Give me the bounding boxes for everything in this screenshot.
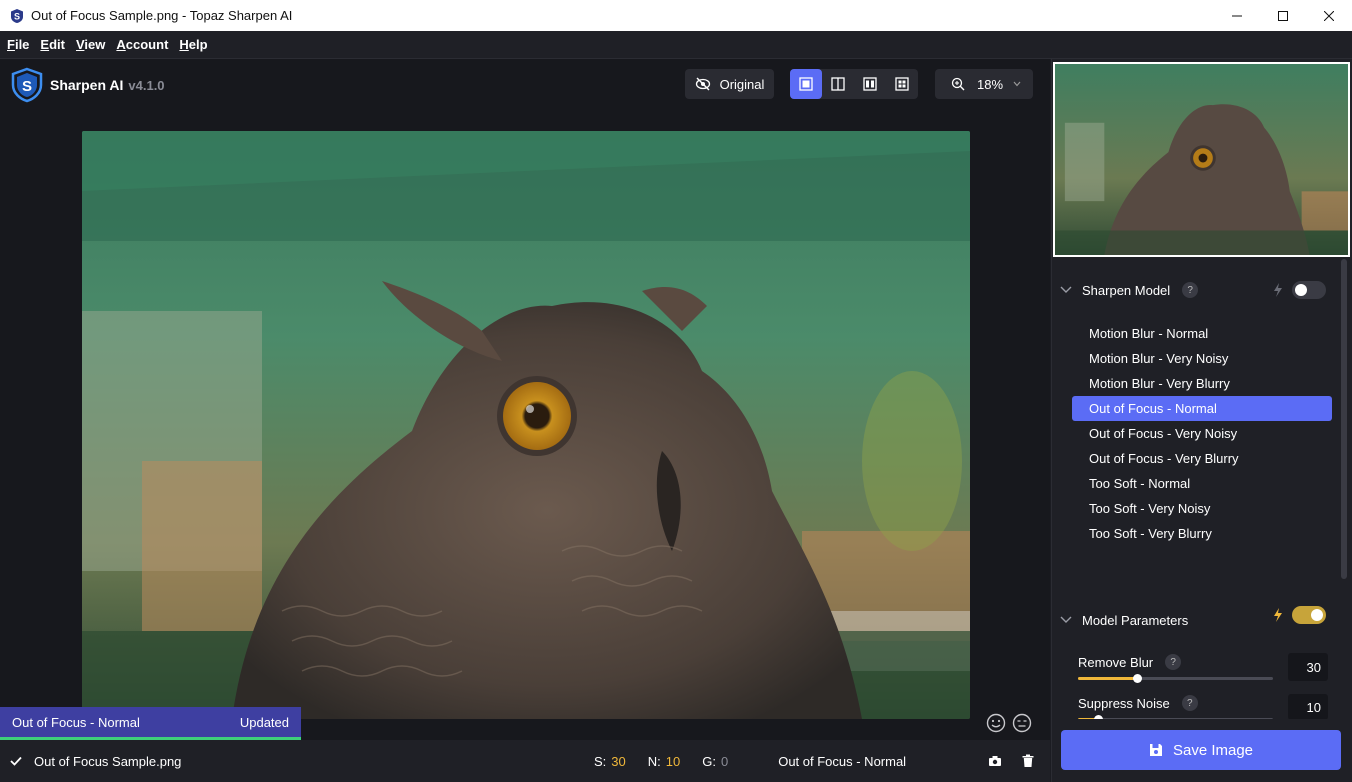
app-version: v4.1.0 (128, 77, 165, 93)
checkmark-icon[interactable] (10, 756, 22, 766)
sharpen-stat-label: S: (594, 753, 607, 769)
model-option[interactable]: Out of Focus - Very Blurry (1072, 446, 1332, 471)
title-bar: S Out of Focus Sample.png - Topaz Sharpe… (0, 0, 1352, 31)
original-toggle-button[interactable]: Original (685, 69, 774, 99)
lightning-icon (1274, 283, 1282, 297)
camera-icon[interactable] (988, 755, 1002, 767)
model-parameters-title: Model Parameters (1082, 612, 1189, 628)
noise-stat-value: 10 (665, 753, 681, 769)
svg-text:S: S (14, 11, 20, 21)
remove-blur-slider[interactable] (1078, 674, 1273, 683)
zoom-control[interactable]: 18% (935, 69, 1033, 99)
menu-file[interactable]: File (7, 37, 29, 52)
lightning-icon (1274, 608, 1282, 622)
app-name: Sharpen AI (50, 77, 124, 93)
model-option[interactable]: Motion Blur - Normal (1072, 321, 1332, 346)
status-state: Updated (239, 714, 289, 730)
model-option[interactable]: Too Soft - Very Blurry (1072, 521, 1332, 546)
suppress-noise-label: Suppress Noise (1078, 695, 1170, 711)
svg-text:S: S (22, 78, 32, 95)
file-name: Out of Focus Sample.png (34, 753, 182, 769)
menu-help[interactable]: Help (179, 37, 207, 52)
minimize-icon (1232, 15, 1242, 16)
suppress-noise-input[interactable]: 10 (1288, 694, 1328, 720)
window-title: Out of Focus Sample.png - Topaz Sharpen … (31, 8, 293, 23)
close-icon (1324, 10, 1334, 21)
menu-view[interactable]: View (76, 37, 105, 52)
help-icon[interactable]: ? (1181, 695, 1198, 711)
view-mode-group (790, 69, 918, 99)
side-by-side-button[interactable] (854, 69, 886, 99)
noise-stat-label: N: (647, 753, 661, 769)
help-icon[interactable]: ? (1165, 654, 1182, 670)
menu-bar: File Edit View Account Help (0, 31, 1352, 59)
model-option[interactable]: Out of Focus - Very Noisy (1072, 421, 1332, 446)
preview-status-tag: Out of Focus - Normal Updated (0, 707, 301, 740)
sharpen-model-list: Motion Blur - Normal Motion Blur - Very … (1072, 321, 1332, 546)
original-label: Original (719, 76, 765, 92)
trash-icon[interactable] (1022, 754, 1034, 768)
model-option[interactable]: Motion Blur - Very Noisy (1072, 346, 1332, 371)
menu-account[interactable]: Account (116, 37, 168, 52)
feedback-icons (986, 713, 1032, 733)
app-icon: S (11, 8, 23, 23)
minimize-button[interactable] (1214, 0, 1260, 31)
chevron-down-icon (1060, 616, 1072, 623)
model-option[interactable]: Too Soft - Very Noisy (1072, 496, 1332, 521)
model-option[interactable]: Too Soft - Normal (1072, 471, 1332, 496)
single-view-icon (799, 77, 813, 91)
brand: S Sharpen AI v4.1.0 (10, 67, 165, 103)
remove-blur-input[interactable]: 30 (1288, 653, 1328, 681)
model-parameters-auto-toggle[interactable] (1292, 606, 1326, 624)
split-view-icon (831, 77, 845, 91)
eye-off-icon (695, 77, 710, 91)
sharpen-stat-value: 30 (611, 753, 626, 769)
menu-edit[interactable]: Edit (40, 37, 65, 52)
preview-area: S Sharpen AI v4.1.0 Original 18% Out of … (0, 59, 1050, 782)
zoom-value: 18% (977, 76, 1004, 92)
maximize-button[interactable] (1260, 0, 1306, 31)
save-image-button[interactable]: Save Image (1061, 730, 1341, 770)
maximize-icon (1278, 10, 1288, 21)
sidebar-scrollbar[interactable] (1341, 259, 1347, 579)
floppy-disk-icon (1149, 744, 1162, 756)
chevron-down-icon (1013, 81, 1021, 87)
grain-stat-value: 0 (720, 753, 729, 769)
remove-blur-label: Remove Blur (1078, 654, 1154, 670)
model-option-selected[interactable]: Out of Focus - Normal (1072, 396, 1332, 421)
grain-stat-label: G: (702, 753, 716, 769)
preview-image (82, 131, 970, 719)
quad-view-button[interactable] (886, 69, 918, 99)
sharpen-model-title: Sharpen Model (1082, 282, 1171, 298)
bottom-bar: Out of Focus Sample.png S: 30 N: 10 G: 0… (0, 740, 1050, 782)
navigator-thumbnail[interactable] (1053, 62, 1350, 257)
chevron-down-icon (1060, 286, 1072, 293)
topaz-s-logo-icon: S (11, 67, 43, 103)
save-image-label: Save Image (1172, 741, 1254, 759)
zoom-in-icon (951, 77, 965, 91)
bottom-model-name: Out of Focus - Normal (778, 753, 907, 769)
sharpen-model-auto-toggle[interactable] (1292, 281, 1326, 299)
sidebar: Sharpen Model ? Motion Blur - Normal Mot… (1051, 59, 1352, 782)
close-button[interactable] (1306, 0, 1352, 31)
single-view-button[interactable] (790, 69, 822, 99)
split-view-button[interactable] (822, 69, 854, 99)
smile-icon[interactable] (986, 713, 1006, 733)
status-model: Out of Focus - Normal (12, 714, 140, 730)
help-icon[interactable]: ? (1182, 282, 1199, 298)
model-option[interactable]: Motion Blur - Very Blurry (1072, 371, 1332, 396)
side-by-side-icon (863, 77, 877, 91)
quad-view-icon (895, 77, 909, 91)
neutral-face-icon[interactable] (1012, 713, 1032, 733)
